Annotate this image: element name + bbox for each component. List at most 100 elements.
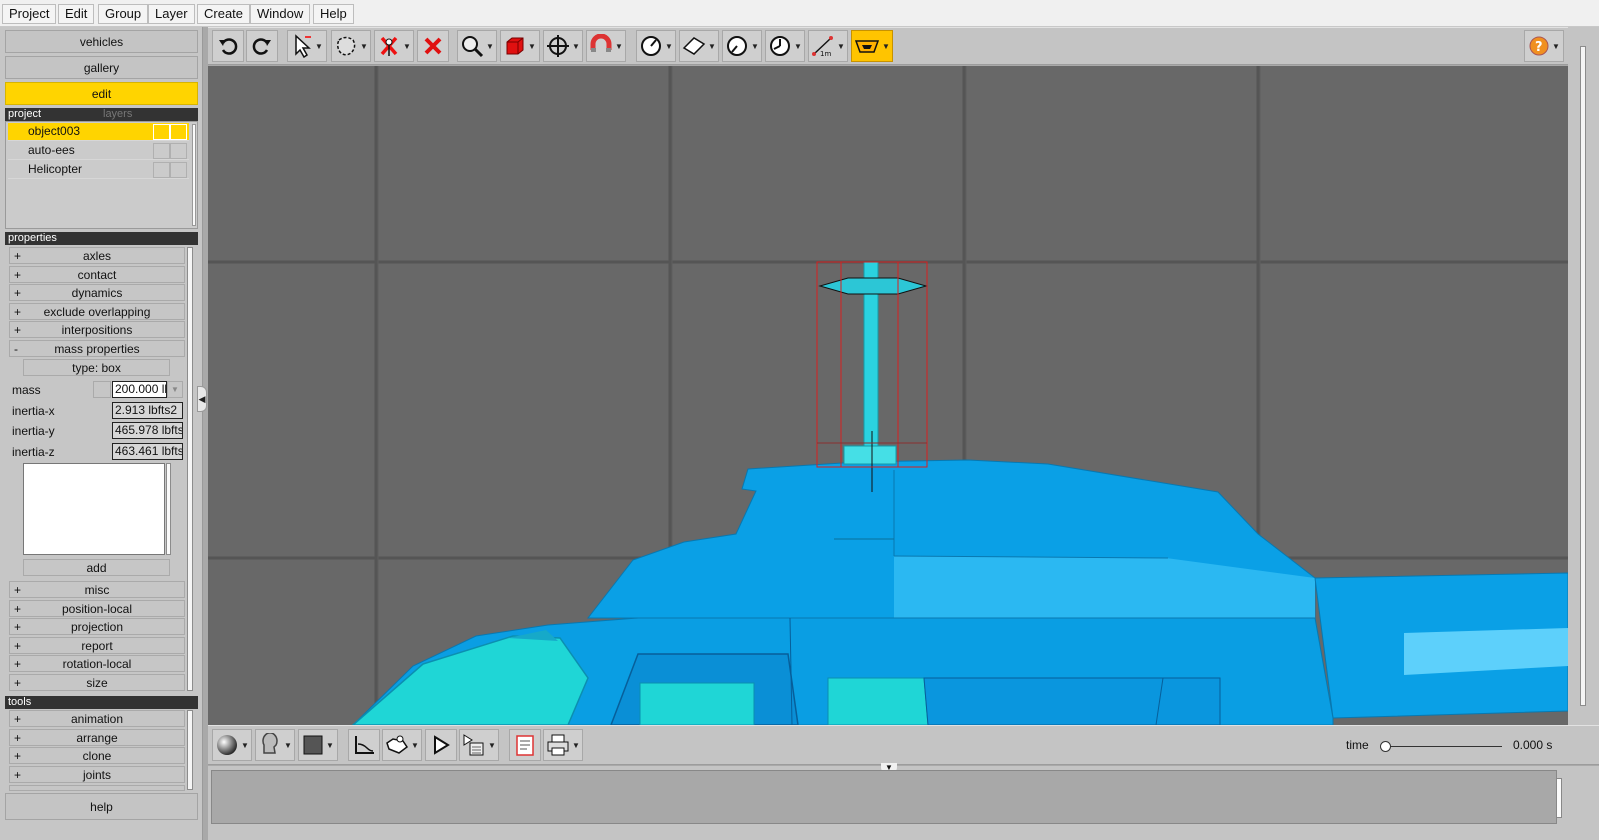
prop-mass-properties[interactable]: - mass properties (9, 340, 185, 357)
vehicle-tool-button[interactable]: ▼ (851, 30, 893, 62)
prop-dynamics[interactable]: + dynamics (9, 284, 185, 301)
tool-label: joints (82, 768, 111, 782)
viewport-scrollbar[interactable] (1580, 46, 1586, 706)
tree-item-helicopter[interactable]: Helicopter (8, 161, 189, 179)
material-sphere-button[interactable]: ▼ (212, 729, 252, 761)
tool-joints[interactable]: + joints (9, 766, 185, 783)
tab-project[interactable]: project (8, 108, 41, 121)
menu-project[interactable]: Project (2, 4, 57, 24)
zoom-button[interactable]: ▼ (457, 30, 497, 62)
tool-arrange[interactable]: + arrange (9, 729, 185, 746)
visibility-toggle[interactable] (153, 124, 170, 140)
mass-unit-toggle[interactable] (93, 381, 111, 398)
vehicle-tool-icon (854, 40, 880, 53)
help-button[interactable]: help (5, 793, 198, 820)
mass-input[interactable]: 200.000 lb (112, 381, 167, 398)
inertia-x-field[interactable]: 2.913 lbfts2 (112, 402, 183, 419)
prop-exclude-overlapping[interactable]: + exclude overlapping (9, 303, 185, 320)
properties-header: properties (5, 232, 198, 245)
visibility-toggle[interactable] (153, 143, 170, 159)
graph-button[interactable] (348, 729, 380, 761)
color-swatch-button[interactable]: ▼ (298, 729, 338, 761)
menu-layer[interactable]: Layer (148, 4, 195, 24)
inertia-z-field[interactable]: 463.461 lbfts2 (112, 443, 183, 460)
play-options-icon (463, 734, 484, 756)
box-icon (506, 37, 524, 55)
left-panel: vehicles gallery edit project layers obj… (0, 27, 203, 840)
edit-button[interactable]: edit (5, 82, 198, 105)
project-tree: object003 auto-ees Helicopter (5, 121, 198, 229)
prop-axles[interactable]: + axles (9, 247, 185, 264)
tree-item-auto-ees[interactable]: auto-ees (8, 142, 189, 160)
prop-report[interactable]: + report (9, 637, 185, 654)
undo-button[interactable] (212, 30, 244, 62)
gallery-button[interactable]: gallery (5, 56, 198, 79)
print-button[interactable]: ▼ (543, 729, 583, 761)
mass-list-box[interactable] (23, 463, 165, 555)
console-scrollbar[interactable] (1556, 778, 1562, 818)
console-output[interactable] (211, 770, 1557, 824)
tool-animation[interactable]: + animation (9, 710, 185, 727)
properties-scrollbar[interactable] (187, 247, 193, 691)
lock-toggle[interactable] (170, 143, 187, 159)
project-tabs: project layers (5, 108, 198, 121)
menu-window[interactable]: Window (250, 4, 311, 24)
mass-type-selector[interactable]: type: box (23, 359, 170, 376)
prop-interpositions[interactable]: + interpositions (9, 321, 185, 338)
delete-marker-button[interactable]: ▼ (374, 30, 414, 62)
select-tool-button[interactable]: ▼ (287, 30, 327, 62)
inertia-y-field[interactable]: 465.978 lbfts2 (112, 422, 183, 439)
3d-viewport[interactable] (208, 66, 1568, 725)
vehicles-button[interactable]: vehicles (5, 30, 198, 53)
tree-scrollbar[interactable] (192, 124, 196, 226)
menu-edit[interactable]: Edit (58, 4, 95, 24)
lasso-tool-button[interactable]: ▼ (331, 30, 371, 62)
lock-toggle[interactable] (170, 124, 187, 140)
report-button[interactable] (509, 729, 541, 761)
collapse-panel-handle[interactable]: ◀ (197, 386, 207, 412)
tool-clone[interactable]: + clone (9, 747, 185, 764)
camera-button[interactable]: ▼ (382, 729, 422, 761)
play-button[interactable] (425, 729, 457, 761)
mass-dropdown[interactable]: ▼ (167, 381, 183, 398)
expand-sign: + (14, 620, 22, 634)
create-box-button[interactable]: ▼ (500, 30, 540, 62)
lock-toggle[interactable] (170, 162, 187, 178)
visibility-toggle[interactable] (153, 162, 170, 178)
prop-misc[interactable]: + misc (9, 581, 185, 598)
help-tool-button[interactable]: ? ▼ (1524, 30, 1564, 62)
ruler-button[interactable]: 1m ▼ (808, 30, 848, 62)
clock-button[interactable]: ▼ (765, 30, 805, 62)
prop-projection[interactable]: + projection (9, 618, 185, 635)
menu-help[interactable]: Help (313, 4, 354, 24)
magnet-button[interactable]: ▼ (586, 30, 626, 62)
tree-item-object003[interactable]: object003 (8, 123, 189, 141)
mass-list-scrollbar[interactable] (166, 463, 171, 555)
zoom-icon (462, 36, 484, 58)
prop-contact[interactable]: + contact (9, 266, 185, 283)
help-icon: ? (1529, 36, 1549, 56)
redo-button[interactable] (246, 30, 278, 62)
time-slider[interactable] (1380, 741, 1502, 752)
svg-text:?: ? (1535, 40, 1543, 55)
prop-rotation-local[interactable]: + rotation-local (9, 655, 185, 672)
prop-position-local[interactable]: + position-local (9, 600, 185, 617)
menu-create[interactable]: Create (197, 4, 251, 24)
bottom-toolbar: ▼ ▼ ▼ ▼ ▼ ▼ time 0.000 s (208, 725, 1599, 765)
delete-button[interactable] (417, 30, 449, 62)
time-slider-knob[interactable] (1380, 741, 1391, 752)
camera-head-button[interactable]: ▼ (255, 729, 295, 761)
tab-layers[interactable]: layers (103, 108, 132, 121)
plane-button[interactable]: ▼ (679, 30, 719, 62)
prop-label: interpositions (61, 323, 133, 337)
play-options-button[interactable]: ▼ (459, 729, 499, 761)
dial-button[interactable]: ▼ (722, 30, 762, 62)
tools-scrollbar[interactable] (187, 710, 193, 790)
menu-group[interactable]: Group (98, 4, 149, 24)
move-button[interactable]: ▼ (543, 30, 583, 62)
prop-size[interactable]: + size (9, 674, 185, 691)
expand-sign: + (14, 657, 22, 671)
tool-more[interactable] (9, 785, 185, 791)
gauge-button[interactable]: ▼ (636, 30, 676, 62)
add-button[interactable]: add (23, 559, 170, 576)
